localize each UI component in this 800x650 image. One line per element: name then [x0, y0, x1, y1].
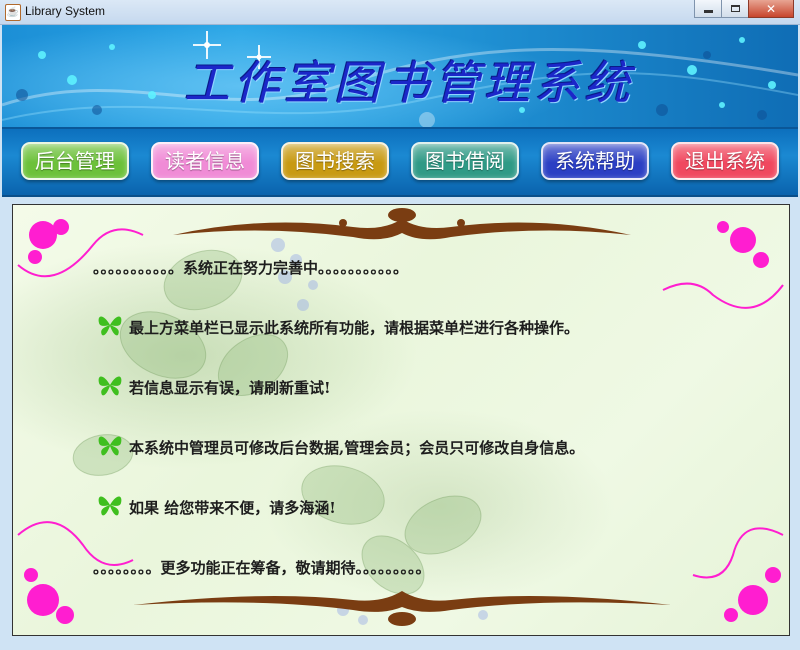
window-controls: ✕ [694, 0, 794, 18]
main-menu-bar: 后台管理 读者信息 图书搜索 图书借阅 系统帮助 退出系统 [2, 127, 798, 197]
butterfly-bullet-icon [98, 316, 122, 336]
status-footer-text: 。。。。。。。。更多功能正在筹备，敬请期待。。。。。。。。。 [93, 559, 431, 577]
butterfly-bullet-icon [98, 496, 122, 516]
info-item-menu: 最上方菜单栏已显示此系统所有功能，请根据菜单栏进行各种操作。 [129, 319, 580, 337]
maximize-button[interactable] [721, 0, 749, 18]
welcome-panel: 。。。。。。。。。。。系统正在努力完善中。。。。。。。。。。。 最上方菜单栏已显… [12, 204, 790, 636]
maximize-icon [730, 5, 740, 12]
java-app-icon: ☕ [5, 4, 21, 21]
minimize-icon [703, 10, 713, 13]
info-item-permissions: 本系统中管理员可修改后台数据,管理会员；会员只可修改自身信息。 [129, 439, 585, 457]
reader-info-button[interactable]: 读者信息 [151, 142, 259, 180]
book-search-button[interactable]: 图书搜索 [281, 142, 389, 180]
butterfly-bullet-icon [98, 376, 122, 396]
close-icon: ✕ [765, 1, 777, 16]
info-item-apology: 如果 给您带来不便，请多海涵! [129, 499, 336, 517]
admin-console-button[interactable]: 后台管理 [21, 142, 129, 180]
window-titlebar: ☕ Library System ✕ [0, 0, 800, 25]
status-header-text: 。。。。。。。。。。。系统正在努力完善中。。。。。。。。。。。 [93, 259, 409, 277]
butterfly-bullet-icon [98, 436, 122, 456]
close-button[interactable]: ✕ [748, 0, 794, 18]
book-borrow-button[interactable]: 图书借阅 [411, 142, 519, 180]
app-banner-title: 工作室图书管理系统 [184, 56, 634, 110]
minimize-button[interactable] [694, 0, 722, 18]
banner: 工作室图书管理系统 [2, 25, 798, 127]
window-title: Library System [25, 4, 106, 18]
exit-system-button[interactable]: 退出系统 [671, 142, 779, 180]
system-help-button[interactable]: 系统帮助 [541, 142, 649, 180]
info-item-refresh: 若信息显示有误，请刷新重试! [129, 379, 331, 397]
